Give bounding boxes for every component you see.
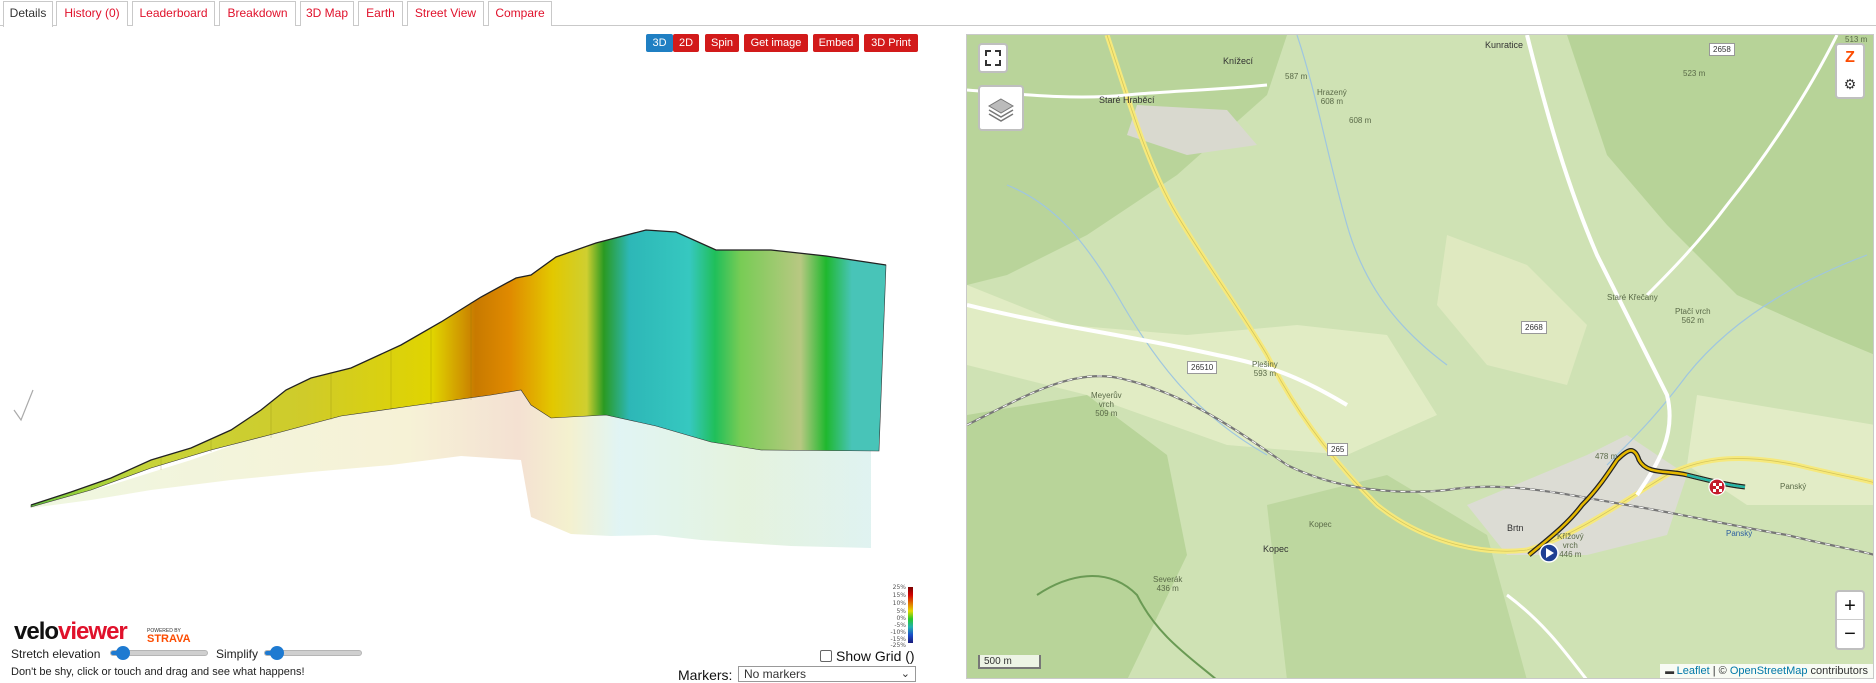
elevation-profile-3d[interactable]: [11, 60, 911, 570]
place-label: Knížecí: [1223, 56, 1254, 66]
legend-label: 25%: [892, 584, 906, 591]
stretch-elevation-slider-handle[interactable]: [115, 646, 130, 660]
peak-label: Ptačí vrch 562 m: [1675, 307, 1711, 325]
place-label: Panský: [1780, 482, 1807, 491]
road-number: 265: [1327, 443, 1349, 456]
legend-label: 5%: [896, 608, 906, 615]
map-attribution: ▬ Leaflet | © OpenStreetMap contributors: [1660, 664, 1873, 678]
tab-3d-map[interactable]: 3D Map: [300, 1, 354, 26]
legend-label: -5%: [894, 622, 906, 629]
simplify-label: Simplify: [216, 647, 259, 661]
show-grid-toggle[interactable]: Show Grid (): [820, 648, 915, 664]
tab-leaderboard[interactable]: Leaderboard: [132, 1, 215, 26]
2d-mode-button[interactable]: 2D: [673, 34, 699, 52]
peak-label: Plešiny 593 m: [1252, 360, 1278, 378]
legend-label: -10%: [890, 629, 906, 636]
peak-label: Hrazený 608 m: [1317, 88, 1347, 106]
layers-icon: [988, 98, 1014, 122]
tab-breakdown[interactable]: Breakdown: [219, 1, 296, 26]
place-label: Panský: [1726, 529, 1753, 538]
leaflet-link[interactable]: Leaflet: [1677, 665, 1710, 677]
gear-icon[interactable]: ⚙: [1842, 75, 1858, 93]
stretch-elevation-slider[interactable]: [110, 646, 208, 660]
route-start-marker[interactable]: [1539, 543, 1559, 563]
get-image-button[interactable]: Get image: [744, 34, 808, 52]
route-map[interactable]: Kunratice Knížecí Staré Hraběcí Hrazený …: [966, 34, 1874, 679]
place-label: Kunratice: [1485, 40, 1524, 50]
simplify-slider[interactable]: [264, 646, 362, 660]
veloviewer-logo: veloviewer: [14, 618, 128, 645]
simplify-slider-handle[interactable]: [269, 646, 284, 660]
road-number: 26510: [1187, 361, 1218, 374]
tab-street-view[interactable]: Street View: [407, 1, 484, 26]
markers-select[interactable]: No markers ⌄: [738, 666, 916, 682]
gradient-legend: 25% 15% 10% 5% 0% -5% -10% -15% -25%: [880, 582, 916, 649]
peak-label: 523 m: [1683, 69, 1706, 78]
map-tiles[interactable]: [967, 35, 1874, 679]
zoom-control: + −: [1835, 590, 1865, 650]
route-finish-marker[interactable]: [1708, 478, 1726, 496]
place-label: Kopec: [1309, 520, 1332, 529]
tab-details[interactable]: Details: [3, 1, 53, 27]
legend-label: 0%: [896, 615, 906, 622]
embed-button[interactable]: Embed: [813, 34, 859, 52]
fullscreen-button[interactable]: [978, 43, 1008, 73]
legend-label: 15%: [892, 592, 906, 599]
place-label: Staré Křečany: [1607, 293, 1658, 302]
road-number: 2658: [1709, 43, 1735, 56]
3d-mode-button[interactable]: 3D: [646, 34, 673, 52]
chevron-down-icon: ⌄: [900, 668, 910, 680]
powered-by-strava-logo: POWERED BY STRAVA: [147, 628, 191, 645]
openstreetmap-link[interactable]: OpenStreetMap: [1730, 665, 1808, 677]
tab-compare[interactable]: Compare: [488, 1, 552, 26]
show-grid-checkbox[interactable]: [820, 650, 832, 662]
leaflet-flag-icon: ▬: [1665, 666, 1677, 676]
interaction-hint: Don't be shy, click or touch and drag an…: [11, 666, 305, 678]
gradient-legend-bar: [908, 587, 913, 643]
stretch-elevation-label: Stretch elevation: [11, 647, 101, 661]
spin-button[interactable]: Spin: [705, 34, 739, 52]
tab-bar: Details History (0) Leaderboard Breakdow…: [0, 0, 1876, 27]
place-label: Staré Hraběcí: [1099, 95, 1155, 105]
place-label: Kopec: [1263, 544, 1289, 554]
road-number: 2668: [1521, 321, 1547, 334]
strava-heatmap-icon[interactable]: Z: [1842, 49, 1858, 67]
peak-label: Severák 436 m: [1153, 575, 1183, 593]
fullscreen-icon: [985, 50, 1001, 66]
peak-label: 587 m: [1285, 72, 1308, 81]
tab-history[interactable]: History (0): [56, 1, 128, 26]
map-scale: 500 m: [978, 655, 1041, 669]
zoom-in-button[interactable]: +: [1837, 592, 1863, 620]
layers-button[interactable]: [978, 85, 1024, 131]
legend-label: 10%: [892, 600, 906, 607]
tab-earth[interactable]: Earth: [358, 1, 403, 26]
peak-label: Křížový vrch 446 m: [1557, 532, 1584, 559]
3d-print-button[interactable]: 3D Print: [864, 34, 918, 52]
zoom-out-button[interactable]: −: [1837, 621, 1863, 648]
peak-label: 608 m: [1349, 116, 1372, 125]
peak-label: Meyerův vrch 509 m: [1091, 391, 1122, 418]
peak-label: 478 m: [1595, 452, 1618, 461]
place-label: Brtn: [1507, 523, 1524, 533]
map-plugin-panel: Z ⚙: [1835, 43, 1865, 99]
